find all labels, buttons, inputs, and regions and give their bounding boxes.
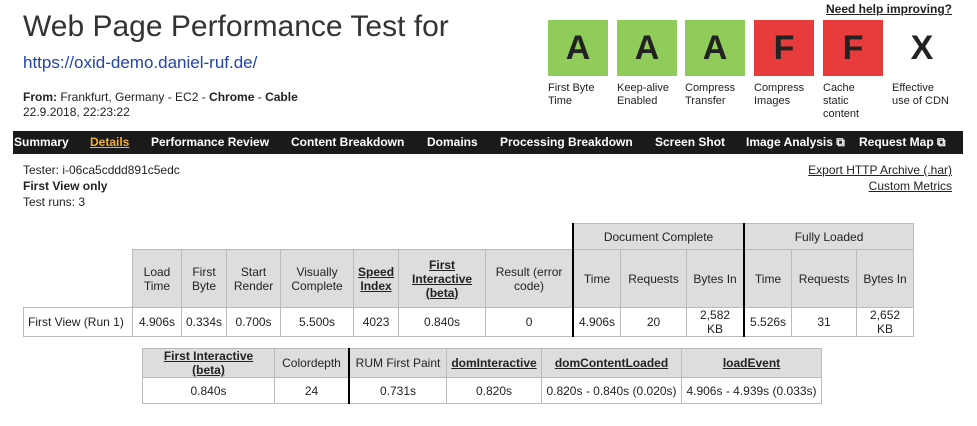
- test-info: Tester: i-06ca5cddd891c5edc First View o…: [23, 162, 180, 210]
- tester-id: Tester: i-06ca5cddd891c5edc: [23, 163, 180, 177]
- test-date: 22.9.2018, 22:23:22: [23, 105, 130, 119]
- document-complete-header: Document Complete: [572, 223, 745, 250]
- cell-first-interactive-beta: 0.840s: [142, 377, 275, 404]
- col-rum-first-paint: RUM First Paint: [348, 348, 447, 378]
- tab-processing-breakdown[interactable]: Processing Breakdown: [500, 131, 633, 154]
- cell-colordepth: 24: [274, 377, 350, 404]
- row-label: First View (Run 1): [23, 307, 133, 337]
- page-title: Web Page Performance Test for: [23, 10, 449, 43]
- tab-summary[interactable]: Summary: [14, 131, 69, 154]
- col-full-bytes: Bytes In: [856, 249, 915, 308]
- table-row: First View (Run 1) 4.906s 0.334s 0.700s …: [23, 307, 915, 337]
- col-dom-content-loaded[interactable]: domContentLoaded: [541, 348, 682, 378]
- cell-load-time: 4.906s: [132, 307, 182, 337]
- cell-load-event: 4.906s - 4.939s (0.033s): [681, 377, 822, 404]
- tab-content-breakdown[interactable]: Content Breakdown: [291, 131, 404, 154]
- tested-url-link[interactable]: https://oxid-demo.daniel-ruf.de/: [23, 53, 257, 73]
- external-link-icon: ⧉: [937, 135, 946, 149]
- tab-image-analysis[interactable]: Image Analysis ⧉: [746, 131, 845, 154]
- col-first-interactive-beta[interactable]: First Interactive (beta): [142, 348, 275, 378]
- fully-loaded-header: Fully Loaded: [743, 223, 915, 250]
- col-doc-bytes: Bytes In: [686, 249, 745, 308]
- view-mode: First View only: [23, 179, 108, 193]
- cell-speed-index: 4023: [353, 307, 400, 337]
- external-link-icon: ⧉: [836, 135, 845, 149]
- col-result: Result (error code): [485, 249, 574, 308]
- grade-first-byte[interactable]: A First Byte Time: [548, 20, 608, 108]
- grade-cdn[interactable]: X Effective use of CDN: [892, 20, 952, 108]
- custom-metrics-link[interactable]: Custom Metrics: [808, 178, 952, 194]
- col-load-time: Load Time: [132, 249, 182, 308]
- cell-dom-interactive: 0.820s: [446, 377, 542, 404]
- col-dom-interactive[interactable]: domInteractive: [446, 348, 542, 378]
- grade-compress-images[interactable]: F Compress Images: [754, 20, 814, 108]
- tab-details[interactable]: Details: [90, 131, 129, 154]
- grade-keep-alive[interactable]: A Keep-alive Enabled: [617, 20, 677, 108]
- test-runs: Test runs: 3: [23, 195, 86, 209]
- test-location: From: Frankfurt, Germany - EC2 - Chrome …: [23, 90, 298, 104]
- col-full-time: Time: [743, 249, 793, 308]
- table-row: 0.840s 24 0.731s 0.820s 0.820s - 0.840s …: [142, 377, 822, 404]
- col-colordepth: Colordepth: [274, 348, 350, 378]
- cell-first-interactive: 0.840s: [398, 307, 487, 337]
- col-first-byte: First Byte: [180, 249, 228, 308]
- col-load-event[interactable]: loadEvent: [681, 348, 822, 378]
- col-doc-requests: Requests: [620, 249, 688, 308]
- cell-start-render: 0.700s: [226, 307, 282, 337]
- tab-domains[interactable]: Domains: [427, 131, 478, 154]
- results-nav: Summary Details Performance Review Conte…: [13, 131, 963, 154]
- tab-request-map[interactable]: Request Map ⧉: [859, 131, 946, 154]
- col-full-requests: Requests: [791, 249, 858, 308]
- col-visually-complete: Visually Complete: [280, 249, 355, 308]
- tab-performance-review[interactable]: Performance Review: [151, 131, 269, 154]
- help-improving-link[interactable]: Need help improving?: [826, 2, 952, 16]
- export-har-link[interactable]: Export HTTP Archive (.har): [808, 162, 952, 178]
- cell-result: 0: [485, 307, 574, 337]
- run-1-link[interactable]: Run 1: [88, 315, 120, 329]
- results-table: Document Complete Fully Loaded Load Time…: [23, 223, 915, 337]
- cell-doc-time: 4.906s: [572, 307, 622, 337]
- extra-metrics-table: First Interactive (beta) Colordepth RUM …: [142, 348, 822, 404]
- cell-dom-content-loaded: 0.820s - 0.840s (0.020s): [541, 377, 682, 404]
- col-speed-index[interactable]: Speed Index: [353, 249, 400, 308]
- cell-doc-requests: 20: [620, 307, 688, 337]
- cell-rum-first-paint: 0.731s: [348, 377, 447, 404]
- cell-doc-bytes: 2,582 KB: [686, 307, 745, 337]
- cell-full-requests: 31: [791, 307, 858, 337]
- grade-cache-static[interactable]: F Cache static content: [823, 20, 883, 121]
- cell-first-byte: 0.334s: [180, 307, 228, 337]
- tab-screen-shot[interactable]: Screen Shot: [655, 131, 725, 154]
- col-first-interactive[interactable]: First Interactive (beta): [398, 249, 487, 308]
- cell-full-bytes: 2,652 KB: [856, 307, 915, 337]
- cell-visually-complete: 5.500s: [280, 307, 355, 337]
- export-links: Export HTTP Archive (.har) Custom Metric…: [808, 162, 952, 194]
- cell-full-time: 5.526s: [743, 307, 793, 337]
- grade-compress-transfer[interactable]: A Compress Transfer: [685, 20, 745, 108]
- col-doc-time: Time: [572, 249, 622, 308]
- col-start-render: Start Render: [226, 249, 282, 308]
